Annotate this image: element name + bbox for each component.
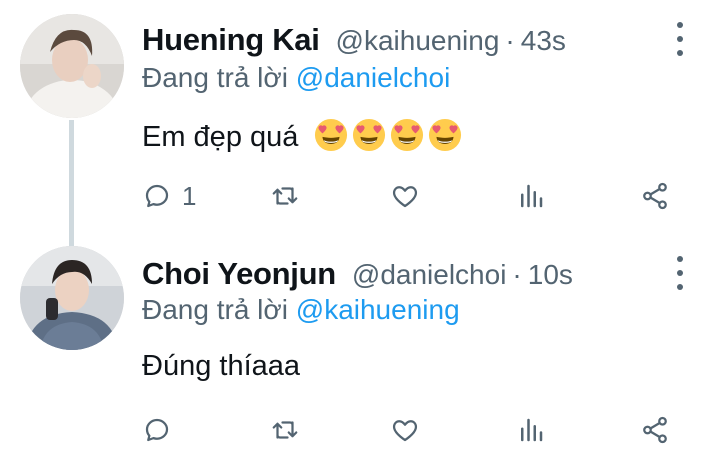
replying-to: Đang trả lời @kaihuening (142, 294, 460, 326)
heart-icon (392, 420, 418, 442)
views-button[interactable] (516, 178, 546, 214)
replying-to: Đang trả lời @danielchoi (142, 62, 450, 94)
heart-eyes-emoji-icon (353, 118, 386, 152)
reply-count: 1 (182, 180, 197, 211)
share-button[interactable] (640, 412, 670, 448)
separator: · (512, 259, 522, 290)
like-button[interactable] (390, 412, 420, 448)
mention-link[interactable]: @danielchoi (296, 62, 451, 93)
tweet-header: Choi Yeonjun @danielchoi · 10s (142, 256, 573, 296)
display-name[interactable]: Choi Yeonjun (142, 256, 336, 292)
like-button[interactable] (390, 178, 420, 214)
avatar[interactable] (20, 14, 124, 118)
share-icon (643, 416, 667, 444)
tweet-header: Huening Kai @kaihuening · 43s (142, 22, 566, 62)
heart-eyes-emoji-icon (429, 118, 462, 152)
tweet-text: Đúng thíaaa (142, 350, 300, 383)
heart-eyes-emoji-icon (315, 118, 348, 152)
analytics-icon (521, 184, 543, 208)
retweet-button[interactable] (270, 412, 300, 448)
reply-tweet[interactable]: Huening Kai @kaihuening · 43s Đang trả l… (0, 0, 720, 232)
display-name[interactable]: Huening Kai (142, 22, 320, 58)
analytics-icon (521, 418, 543, 442)
reply-icon (145, 184, 169, 208)
more-vertical-icon[interactable] (668, 256, 692, 290)
reply-button[interactable] (142, 412, 182, 448)
tweet-text-content: Đúng thíaaa (142, 350, 301, 382)
replying-prefix: Đang trả lời (142, 294, 288, 325)
action-bar: 1 (142, 178, 682, 214)
timestamp[interactable]: 10s (528, 259, 573, 291)
retweet-button[interactable] (270, 178, 300, 214)
tweet-text-content: Em đẹp quá (142, 121, 299, 153)
mention-link[interactable]: @kaihuening (296, 294, 460, 325)
views-button[interactable] (516, 412, 546, 448)
retweet-icon (272, 421, 298, 439)
replying-prefix: Đang trả lời (142, 62, 288, 93)
heart-eyes-emoji-icon (391, 118, 424, 152)
more-vertical-icon[interactable] (668, 22, 692, 56)
emoji-group (314, 118, 466, 153)
avatar[interactable] (20, 246, 124, 350)
reply-tweet[interactable]: Choi Yeonjun @danielchoi · 10s Đang trả … (0, 232, 720, 453)
username[interactable]: @kaihuening (336, 25, 500, 57)
share-button[interactable] (640, 178, 670, 214)
heart-icon (392, 186, 418, 208)
share-icon (643, 182, 667, 210)
retweet-icon (272, 187, 298, 205)
timestamp[interactable]: 43s (521, 25, 566, 57)
username[interactable]: @danielchoi (352, 259, 507, 291)
action-bar (142, 412, 682, 448)
reply-button[interactable]: 1 (142, 178, 196, 214)
reply-icon (145, 418, 169, 442)
tweet-text: Em đẹp quá (142, 118, 466, 154)
separator: · (505, 25, 515, 56)
